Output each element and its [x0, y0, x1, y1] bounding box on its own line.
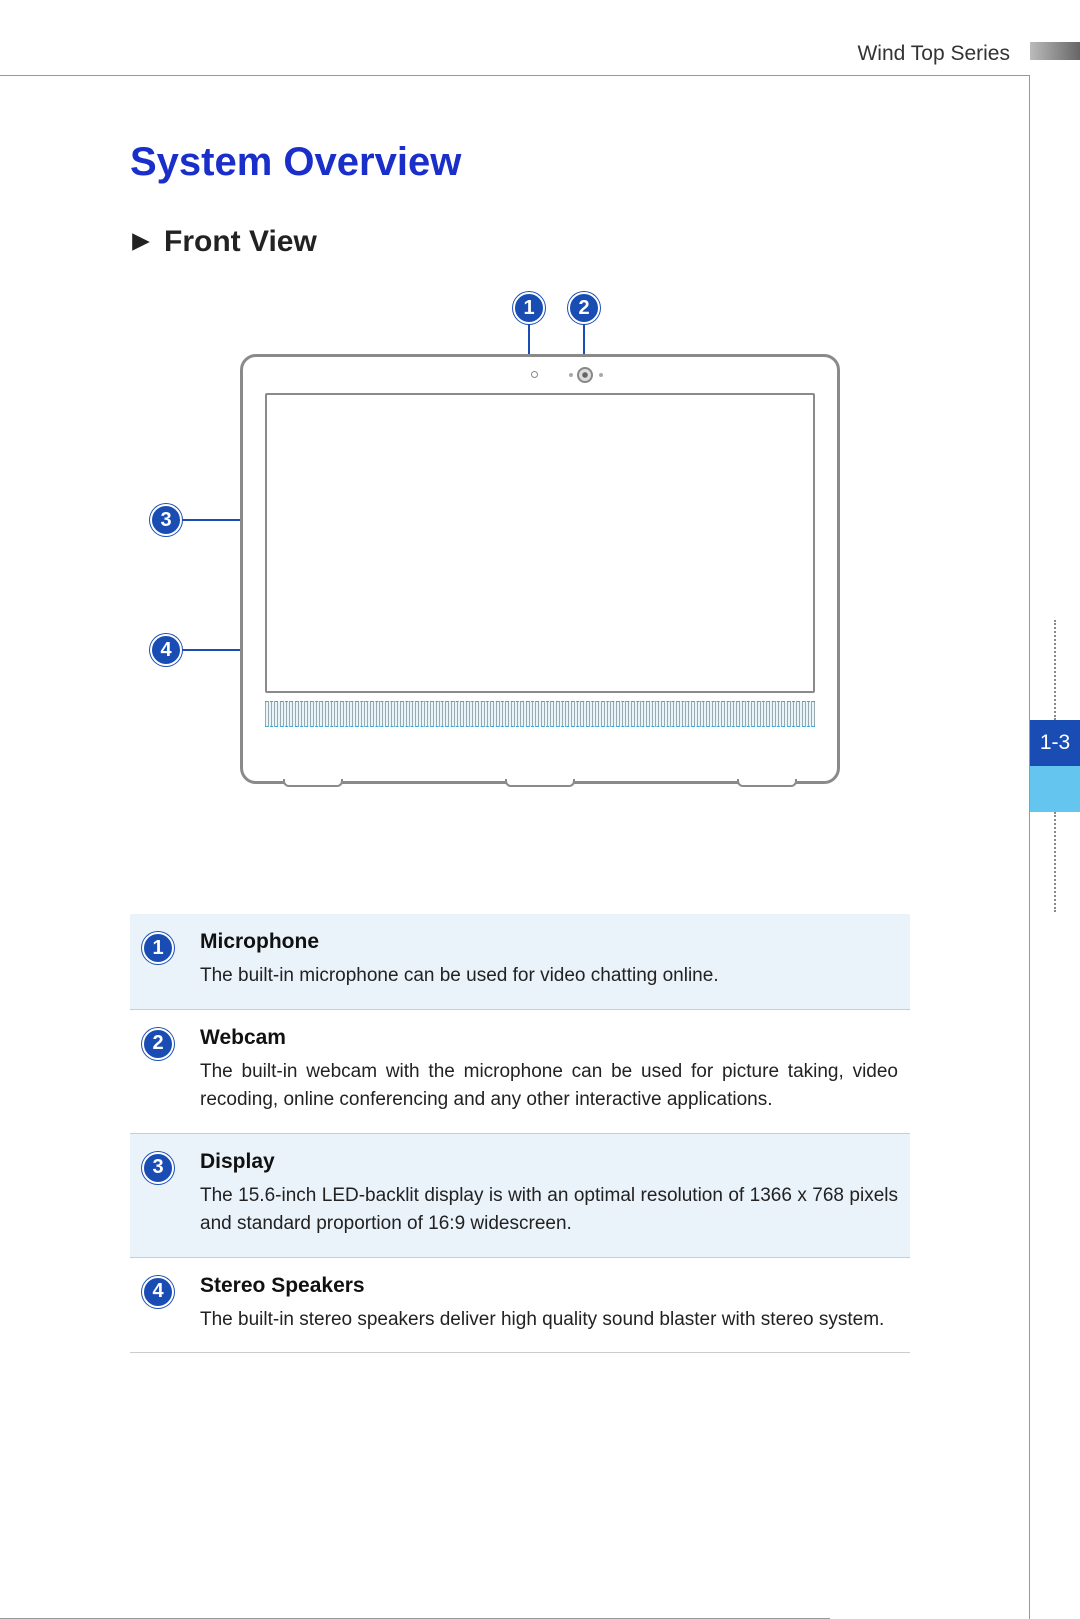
- triangle-right-icon: [130, 231, 152, 253]
- tab-dotted-top: [1054, 620, 1080, 720]
- tab-accent: [1030, 766, 1080, 812]
- webcam-lens-icon: [577, 367, 593, 383]
- callout-badge-3: 3: [150, 504, 182, 536]
- legend-desc: The built-in stereo speakers deliver hig…: [200, 1306, 898, 1335]
- legend-badge: 2: [142, 1028, 174, 1060]
- manual-page: Wind Top Series System Overview Front Vi…: [0, 0, 1080, 1619]
- speaker-grille: [265, 701, 815, 727]
- legend-title: Webcam: [200, 1026, 898, 1050]
- microphone-hole-icon: [531, 371, 538, 378]
- webcam-led-left: [569, 373, 573, 377]
- legend-desc: The 15.6-inch LED-backlit display is wit…: [200, 1182, 898, 1239]
- front-view-diagram: 1 2 3 4: [160, 294, 910, 824]
- device-foot-center: [505, 779, 575, 787]
- legend-table: 1 Microphone The built-in microphone can…: [130, 914, 910, 1353]
- section-heading: Front View: [164, 225, 317, 259]
- callout-badge-2: 2: [568, 292, 600, 324]
- legend-badge: 3: [142, 1152, 174, 1184]
- series-label: Wind Top Series: [857, 42, 1010, 66]
- legend-title: Display: [200, 1150, 898, 1174]
- legend-title: Microphone: [200, 930, 898, 954]
- legend-desc: The built-in microphone can be used for …: [200, 962, 898, 991]
- callout-badge-1: 1: [513, 292, 545, 324]
- legend-badge: 1: [142, 932, 174, 964]
- legend-title: Stereo Speakers: [200, 1274, 898, 1298]
- legend-row: 2 Webcam The built-in webcam with the mi…: [130, 1010, 910, 1134]
- webcam-led-right: [599, 373, 603, 377]
- device-outline: [240, 354, 840, 784]
- device-foot-right: [737, 779, 797, 787]
- tab-dotted-bottom: [1054, 812, 1080, 912]
- legend-desc: The built-in webcam with the microphone …: [200, 1058, 898, 1115]
- page-number-tab: 1-3: [1030, 620, 1080, 912]
- page-content: System Overview Front View: [130, 140, 910, 1353]
- callout-badge-4: 4: [150, 634, 182, 666]
- legend-badge: 4: [142, 1276, 174, 1308]
- page-top-rule: [0, 75, 1030, 76]
- legend-row: 1 Microphone The built-in microphone can…: [130, 914, 910, 1010]
- page-number: 1-3: [1030, 720, 1080, 766]
- legend-row: 3 Display The 15.6-inch LED-backlit disp…: [130, 1134, 910, 1258]
- screen-bezel: [265, 393, 815, 693]
- device-foot-left: [283, 779, 343, 787]
- header-accent-bar: [1030, 42, 1080, 60]
- legend-row: 4 Stereo Speakers The built-in stereo sp…: [130, 1258, 910, 1354]
- page-title: System Overview: [130, 140, 910, 185]
- section-heading-row: Front View: [130, 225, 910, 259]
